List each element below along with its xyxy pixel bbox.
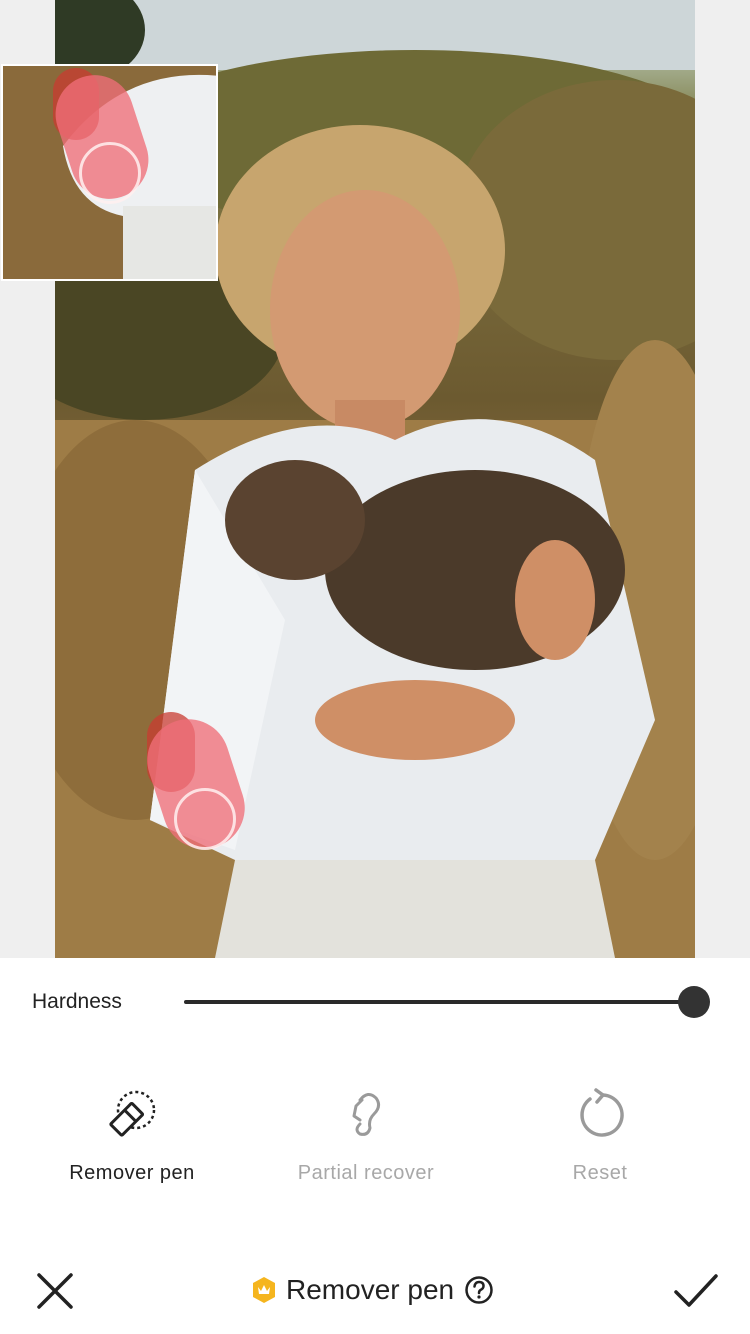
magnifier-loupe xyxy=(1,64,218,281)
close-icon[interactable] xyxy=(34,1270,76,1312)
tool-label-reset: Reset xyxy=(572,1162,628,1184)
checkmark-icon[interactable] xyxy=(672,1270,720,1312)
reset-icon xyxy=(580,1088,624,1137)
crown-icon xyxy=(253,1277,275,1303)
feature-title-text: Remover pen xyxy=(286,1274,455,1305)
bottom-action-bar: Remover pen xyxy=(0,1250,750,1334)
remover-pen-icon xyxy=(109,1090,156,1137)
tool-label-remover-pen: Remover pen xyxy=(69,1162,195,1184)
tool-remover-pen[interactable]: Remover pen xyxy=(22,1080,242,1190)
tool-partial-recover[interactable]: Partial recover xyxy=(256,1080,476,1190)
hardness-control: Hardness xyxy=(0,958,750,1048)
hardness-label: Hardness xyxy=(32,990,122,1013)
editing-canvas[interactable] xyxy=(0,0,750,958)
tool-reset[interactable]: Reset xyxy=(490,1080,710,1190)
tool-label-partial-recover: Partial recover xyxy=(297,1162,435,1184)
brush-cursor[interactable] xyxy=(174,788,236,850)
feature-title: Remover pen xyxy=(250,1268,494,1312)
hardness-slider-thumb[interactable] xyxy=(678,986,710,1018)
hardness-slider-track[interactable] xyxy=(184,1000,694,1004)
help-icon[interactable] xyxy=(464,1275,494,1305)
magnifier-cursor xyxy=(79,142,141,204)
partial-recover-icon xyxy=(352,1093,381,1136)
